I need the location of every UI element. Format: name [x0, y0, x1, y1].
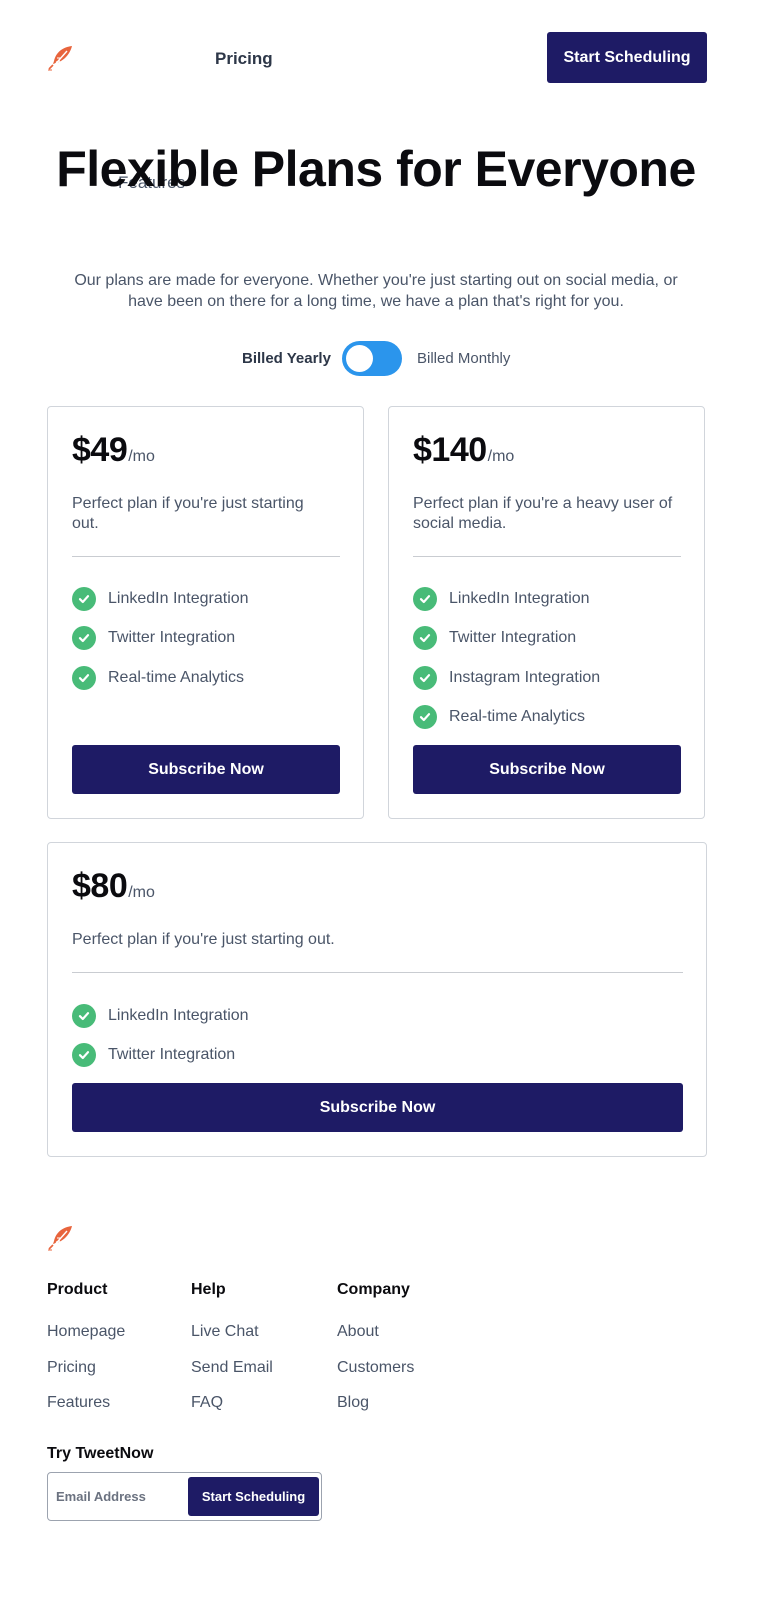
feather-logo-icon[interactable]: [47, 1224, 75, 1252]
email-address-input[interactable]: [56, 1481, 186, 1512]
feature-item: Twitter Integration: [72, 1036, 249, 1076]
feature-label: Instagram Integration: [449, 668, 601, 686]
pricing-card-standard: $80/mo Perfect plan if you're just start…: [47, 842, 707, 1157]
check-circle-icon: [72, 586, 96, 611]
feature-item: Twitter Integration: [72, 619, 249, 659]
footer-column-product: Product Homepage Pricing Features: [47, 1280, 125, 1429]
feature-label: Real-time Analytics: [108, 668, 245, 686]
footer-column-company: Company About Customers Blog: [337, 1280, 414, 1429]
plan-price: $140/mo: [413, 431, 514, 470]
feature-list: LinkedIn Integration Twitter Integration…: [413, 579, 600, 737]
check-circle-icon: [72, 626, 96, 651]
footer-link-homepage[interactable]: Homepage: [47, 1322, 125, 1342]
footer-link-live-chat[interactable]: Live Chat: [191, 1322, 273, 1342]
feature-item: LinkedIn Integration: [72, 996, 249, 1036]
price-unit: /mo: [128, 448, 155, 465]
billing-toggle-row: Billed Yearly Billed Monthly: [0, 341, 752, 377]
footer-heading: Help: [191, 1281, 226, 1298]
try-tweetnow-heading: Try TweetNow: [47, 1445, 154, 1462]
price-unit: /mo: [487, 448, 515, 465]
feature-item: Real-time Analytics: [72, 658, 249, 698]
check-circle-icon: [72, 1003, 96, 1028]
check-circle-icon: [72, 1043, 96, 1068]
footer-link-send-email[interactable]: Send Email: [191, 1358, 273, 1378]
billed-monthly-label[interactable]: Billed Monthly: [417, 350, 510, 367]
divider: [72, 972, 683, 973]
feature-label: Twitter Integration: [108, 629, 236, 647]
billed-yearly-label[interactable]: Billed Yearly: [242, 350, 331, 367]
footer-link-pricing[interactable]: Pricing: [47, 1358, 125, 1378]
start-scheduling-button[interactable]: Start Scheduling: [547, 32, 707, 83]
feather-logo-icon[interactable]: [47, 44, 75, 72]
top-nav: Features Pricing Start Scheduling: [0, 0, 768, 192]
footer-column-help: Help Live Chat Send Email FAQ: [191, 1280, 273, 1429]
price-amount: $80: [72, 867, 128, 905]
footer-link-features[interactable]: Features: [47, 1393, 125, 1413]
pricing-card-basic: $49/mo Perfect plan if you're just start…: [47, 406, 364, 819]
feature-label: LinkedIn Integration: [108, 1006, 249, 1024]
price-amount: $140: [413, 431, 487, 469]
divider: [413, 556, 681, 557]
feature-label: LinkedIn Integration: [108, 589, 249, 607]
plan-description: Perfect plan if you're just starting out…: [72, 931, 335, 948]
plan-description: Perfect plan if you're a heavy user of s…: [413, 495, 673, 532]
subscribe-button[interactable]: Subscribe Now: [72, 745, 340, 794]
feature-list: LinkedIn Integration Twitter Integration: [72, 996, 249, 1075]
footer-link-blog[interactable]: Blog: [337, 1393, 414, 1413]
check-circle-icon: [413, 626, 437, 651]
feature-item: Twitter Integration: [413, 619, 600, 659]
check-circle-icon: [72, 665, 96, 690]
footer-link-customers[interactable]: Customers: [337, 1358, 414, 1378]
subscribe-button[interactable]: Subscribe Now: [72, 1083, 683, 1132]
feature-label: Real-time Analytics: [449, 708, 586, 726]
feature-item: LinkedIn Integration: [72, 579, 249, 619]
feature-label: LinkedIn Integration: [449, 589, 590, 607]
footer-start-scheduling-button[interactable]: Start Scheduling: [188, 1477, 319, 1516]
price-amount: $49: [72, 431, 128, 469]
pricing-card-pro: $140/mo Perfect plan if you're a heavy u…: [388, 406, 705, 819]
nav-link-pricing[interactable]: Pricing: [215, 48, 273, 70]
feature-item: Real-time Analytics: [413, 698, 600, 738]
feature-label: Twitter Integration: [449, 629, 577, 647]
toggle-knob: [346, 345, 373, 372]
check-circle-icon: [413, 705, 437, 730]
feature-item: Instagram Integration: [413, 658, 600, 698]
plan-price: $49/mo: [72, 431, 155, 470]
price-unit: /mo: [128, 884, 155, 901]
footer-link-faq[interactable]: FAQ: [191, 1393, 273, 1413]
divider: [72, 556, 340, 557]
footer-link-about[interactable]: About: [337, 1322, 414, 1342]
email-signup-form: Start Scheduling: [47, 1472, 322, 1521]
billing-toggle[interactable]: [342, 341, 402, 376]
footer-heading: Product: [47, 1281, 108, 1298]
plan-description: Perfect plan if you're just starting out…: [72, 495, 304, 532]
page-subtitle: Our plans are made for everyone. Whether…: [74, 272, 678, 310]
check-circle-icon: [413, 665, 437, 690]
page-title: Flexible Plans for Everyone: [56, 141, 696, 197]
footer-heading: Company: [337, 1281, 410, 1298]
subscribe-button[interactable]: Subscribe Now: [413, 745, 681, 794]
feature-label: Twitter Integration: [108, 1046, 236, 1064]
check-circle-icon: [413, 586, 437, 611]
feature-item: LinkedIn Integration: [413, 579, 600, 619]
plan-price: $80/mo: [72, 867, 155, 906]
feature-list: LinkedIn Integration Twitter Integration…: [72, 579, 249, 698]
